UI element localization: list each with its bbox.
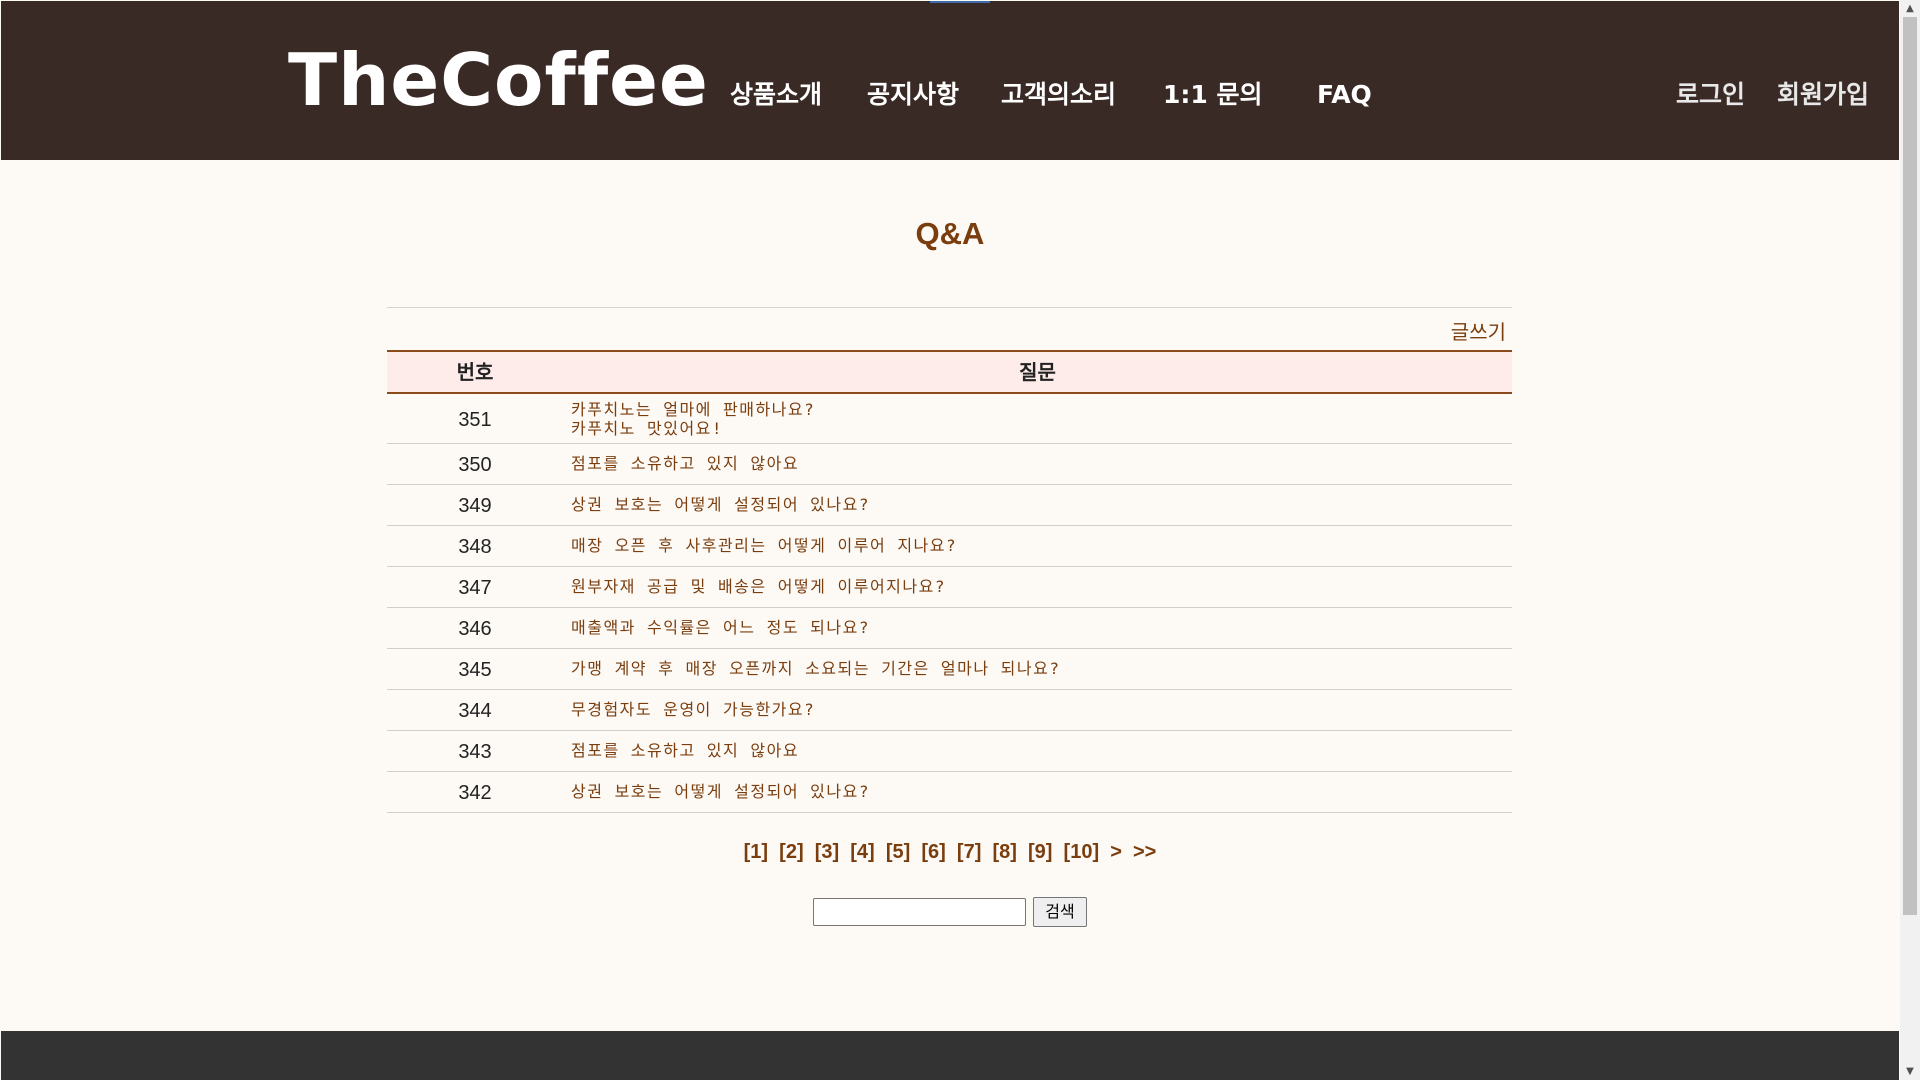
page-link-10[interactable]: [10]: [1064, 841, 1100, 864]
table-row: 343 점포를 소유하고 있지 않아요: [387, 731, 1512, 772]
page-link-2[interactable]: [2]: [779, 841, 803, 864]
row-number: 348: [458, 536, 492, 558]
table-row: 347 원부자재 공급 및 배송은 어떻게 이루어지나요?: [387, 567, 1512, 608]
table-row: 349 상권 보호는 어떻게 설정되어 있나요?: [387, 485, 1512, 526]
vertical-scrollbar[interactable]: ▲ ▼: [1900, 0, 1920, 1080]
row-number: 345: [458, 659, 492, 681]
row-question-link[interactable]: 상권 보호는 어떻게 설정되어 있나요?: [571, 495, 870, 514]
table-row: 346 매출액과 수익률은 어느 정도 되나요?: [387, 608, 1512, 649]
site-logo[interactable]: TheCoffee: [288, 39, 709, 121]
row-number: 349: [458, 495, 492, 517]
column-header-question: 질문: [1019, 360, 1056, 384]
row-question-link[interactable]: 무경험자도 운영이 가능한가요?: [571, 700, 815, 719]
row-question-link[interactable]: 원부자재 공급 및 배송은 어떻게 이루어지나요?: [571, 577, 946, 596]
table-header: 번호 질문: [387, 350, 1512, 394]
scrollbar-thumb[interactable]: [1903, 17, 1917, 915]
site-footer: [1, 1031, 1899, 1080]
table-row: 344 무경험자도 운영이 가능한가요?: [387, 690, 1512, 731]
page-link-8[interactable]: [8]: [992, 841, 1016, 864]
table-row: 342 상권 보호는 어떻게 설정되어 있나요?: [387, 772, 1512, 813]
row-number: 343: [458, 741, 492, 763]
row-question-link[interactable]: 매출액과 수익률은 어느 정도 되나요?: [571, 618, 870, 637]
write-row: 글쓰기: [387, 308, 1512, 350]
scroll-up-arrow-icon[interactable]: ▲: [1900, 0, 1920, 17]
row-question-link[interactable]: 매장 오픈 후 사후관리는 어떻게 이루어 지나요?: [571, 536, 957, 555]
site-header: TheCoffee 상품소개 공지사항 고객의소리 1:1 문의 FAQ 로그인…: [1, 1, 1899, 160]
page-link-7[interactable]: [7]: [957, 841, 981, 864]
row-number: 350: [458, 454, 492, 476]
page-link-1[interactable]: [1]: [744, 841, 768, 864]
row-question-link[interactable]: 상권 보호는 어떻게 설정되어 있나요?: [571, 782, 870, 801]
nav-inquiry[interactable]: 1:1 문의: [1163, 77, 1263, 113]
row-number: 351: [458, 409, 492, 431]
row-question-link[interactable]: 가맹 계약 후 매장 오픈까지 소요되는 기간은 얼마나 되나요?: [571, 659, 1060, 678]
login-link[interactable]: 로그인: [1676, 77, 1745, 113]
row-question-title[interactable]: 카푸치노는 얼마에 판매하나요?: [571, 400, 815, 419]
column-header-number: 번호: [456, 360, 494, 384]
page-link-5[interactable]: [5]: [886, 841, 910, 864]
page-link-9[interactable]: [9]: [1028, 841, 1052, 864]
row-number: 346: [458, 618, 492, 640]
qa-board: 글쓰기 번호 질문 351 카푸치노는 얼마에 판매하나요? 카푸치노 맛있어요…: [387, 307, 1512, 813]
nav-customer-voice[interactable]: 고객의소리: [1001, 77, 1116, 113]
row-number: 344: [458, 700, 492, 722]
row-question-link[interactable]: 점포를 소유하고 있지 않아요: [571, 454, 799, 473]
nav-notices[interactable]: 공지사항: [867, 77, 959, 113]
table-row: 345 가맹 계약 후 매장 오픈까지 소요되는 기간은 얼마나 되나요?: [387, 649, 1512, 690]
nav-products[interactable]: 상품소개: [730, 77, 822, 113]
row-question-link[interactable]: 점포를 소유하고 있지 않아요: [571, 741, 799, 760]
signup-link[interactable]: 회원가입: [1777, 77, 1869, 113]
page-title: Q&A: [915, 216, 985, 251]
search-input[interactable]: [813, 898, 1026, 926]
row-question-link[interactable]: 카푸치노는 얼마에 판매하나요? 카푸치노 맛있어요!: [571, 400, 815, 438]
page: TheCoffee 상품소개 공지사항 고객의소리 1:1 문의 FAQ 로그인…: [0, 0, 1900, 1080]
write-button[interactable]: 글쓰기: [1451, 316, 1506, 345]
next-page-link[interactable]: >: [1110, 841, 1122, 864]
nav-faq[interactable]: FAQ: [1317, 77, 1372, 113]
header-accent-line: [930, 1, 990, 3]
row-question-preview[interactable]: 카푸치노 맛있어요!: [571, 419, 815, 438]
page-link-3[interactable]: [3]: [815, 841, 839, 864]
row-number: 342: [458, 782, 492, 804]
pagination: [1] [2] [3] [4] [5] [6] [7] [8] [9] [10]…: [0, 841, 1900, 864]
last-page-link[interactable]: >>: [1133, 841, 1156, 864]
table-row: 350 점포를 소유하고 있지 않아요: [387, 444, 1512, 485]
page-link-6[interactable]: [6]: [921, 841, 945, 864]
table-row: 348 매장 오픈 후 사후관리는 어떻게 이루어 지나요?: [387, 526, 1512, 567]
page-link-4[interactable]: [4]: [850, 841, 874, 864]
search-button[interactable]: 검색: [1033, 897, 1087, 927]
table-row: 351 카푸치노는 얼마에 판매하나요? 카푸치노 맛있어요!: [387, 394, 1512, 444]
row-number: 347: [458, 577, 492, 599]
scroll-down-arrow-icon[interactable]: ▼: [1900, 1063, 1920, 1080]
